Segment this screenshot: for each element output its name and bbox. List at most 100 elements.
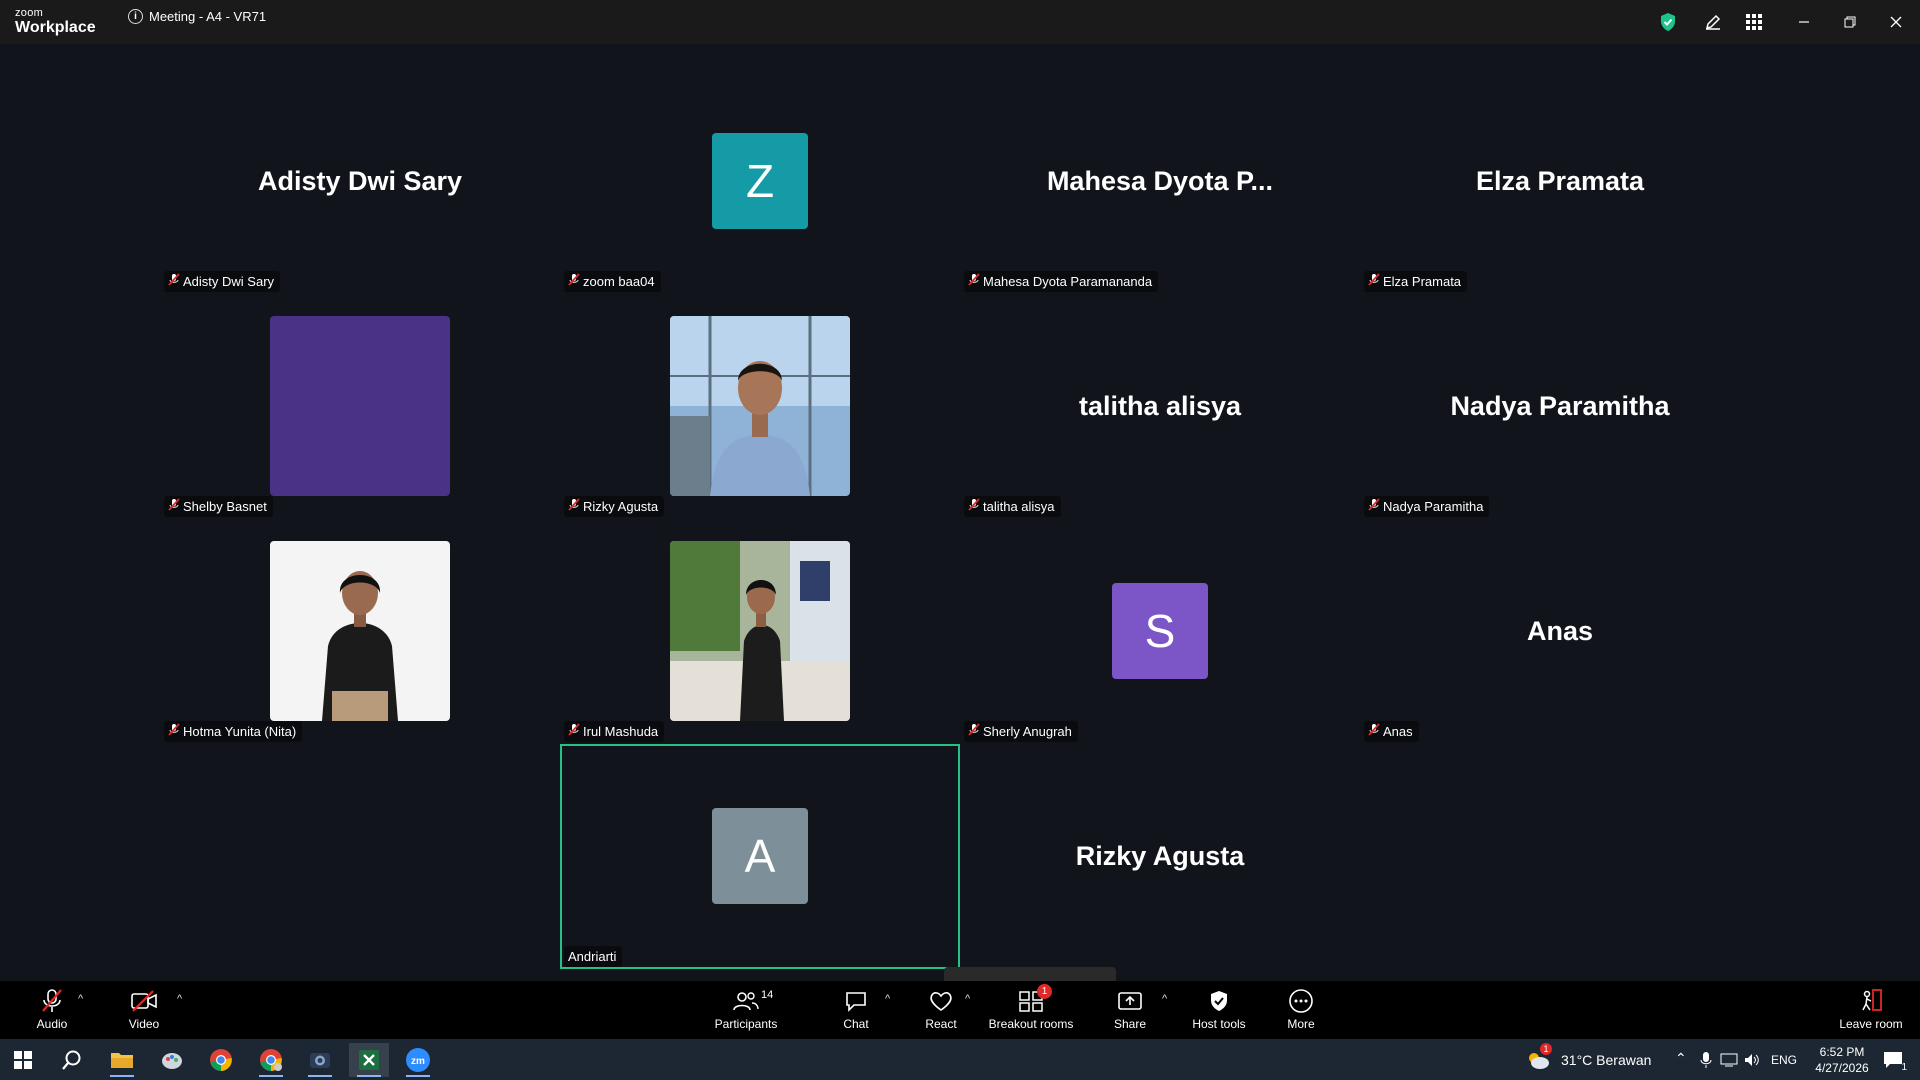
apps-grid-icon[interactable]	[1742, 10, 1766, 34]
close-icon[interactable]	[1884, 10, 1908, 34]
chat-options-caret-icon[interactable]: ^	[885, 993, 890, 1005]
share-label: Share	[1113, 1017, 1147, 1031]
participant-display-name: Adisty Dwi Sary	[257, 166, 463, 196]
logo-bottom: Workplace	[15, 19, 96, 36]
participant-display-name: Mahesa Dyota P...	[1046, 166, 1274, 196]
name-tag: zoom baa04	[564, 271, 661, 292]
file-explorer-icon[interactable]	[102, 1043, 142, 1077]
participant-display-name: Anas	[1526, 616, 1594, 646]
heart-icon	[929, 987, 953, 1015]
more-label: More	[1287, 1017, 1315, 1031]
participant-tile[interactable]: Anas Anas	[1360, 519, 1760, 744]
name-tag: Adisty Dwi Sary	[164, 271, 281, 292]
participant-tile[interactable]: Hotma Yunita (Nita)	[160, 519, 560, 744]
participants-button[interactable]: 14 Participants	[701, 987, 791, 1035]
more-dots-icon	[1288, 987, 1314, 1015]
participant-tile[interactable]: Mahesa Dyota P... Mahesa Dyota Paramanan…	[960, 69, 1360, 294]
name-tag-label: Andriarti	[568, 949, 617, 964]
participant-tile[interactable]: Z zoom baa04	[560, 69, 960, 294]
name-tag: Nadya Paramitha	[1364, 496, 1490, 517]
leave-room-button[interactable]: Leave room	[1826, 987, 1916, 1035]
microphone-tray-icon[interactable]	[1695, 1043, 1717, 1077]
active-speaker-tile[interactable]: A Andriarti	[560, 744, 960, 969]
participant-tile[interactable]: Rizky Agusta	[560, 294, 960, 519]
paint-app-icon[interactable]	[152, 1043, 192, 1077]
weather-cloud-icon[interactable]: 1	[1522, 1043, 1554, 1077]
video-label: Video	[128, 1017, 160, 1031]
security-shield-icon[interactable]	[1656, 10, 1680, 34]
host-tools-label: Host tools	[1192, 1017, 1246, 1031]
zoom-logo: zoom Workplace	[15, 8, 96, 36]
chat-label: Chat	[843, 1017, 869, 1031]
react-button[interactable]: React	[896, 987, 986, 1035]
annotate-pencil-icon[interactable]	[1701, 10, 1725, 34]
name-tag: Mahesa Dyota Paramananda	[964, 271, 1159, 292]
participants-icon: 14	[733, 987, 773, 1015]
clock-time[interactable]: 6:52 PM	[1812, 1045, 1872, 1059]
chrome-icon[interactable]	[201, 1043, 241, 1077]
active-indicator	[308, 1075, 332, 1077]
search-icon[interactable]	[52, 1043, 92, 1077]
name-tag: Shelby Basnet	[164, 496, 273, 517]
restore-icon[interactable]	[1838, 10, 1862, 34]
participant-video	[270, 316, 450, 496]
participant-display-name: Rizky Agusta	[1075, 841, 1245, 871]
windows-taskbar: zm 1 31°C Berawan ⌃ ENG 6:52 PM 4/27/202…	[0, 1039, 1920, 1080]
participant-tile[interactable]: Nadya Paramitha Nadya Paramitha	[1360, 294, 1760, 519]
name-tag: Sherly Anugrah	[964, 721, 1078, 742]
minimize-icon[interactable]	[1792, 10, 1816, 34]
excel-icon[interactable]	[349, 1043, 389, 1077]
participant-tile[interactable]: Shelby Basnet	[160, 294, 560, 519]
audio-button[interactable]: Audio	[7, 987, 97, 1035]
video-options-caret-icon[interactable]: ^	[177, 993, 182, 1005]
host-tools-button[interactable]: Host tools	[1174, 987, 1264, 1035]
react-options-caret-icon[interactable]: ^	[965, 993, 970, 1005]
video-off-icon	[130, 987, 158, 1015]
active-indicator	[357, 1075, 381, 1077]
video-button[interactable]: Video	[99, 987, 189, 1035]
name-tag-label: Adisty Dwi Sary	[183, 274, 275, 289]
name-tag-label: Nadya Paramitha	[1383, 499, 1484, 514]
participant-tile[interactable]: S Sherly Anugrah	[960, 519, 1360, 744]
tray-expand-chevron-icon[interactable]: ⌃	[1675, 1050, 1687, 1067]
camera-app-icon[interactable]	[300, 1043, 340, 1077]
participant-tile[interactable]: Adisty Dwi Sary Adisty Dwi Sary	[160, 69, 560, 294]
muted-mic-icon	[968, 723, 980, 740]
audio-options-caret-icon[interactable]: ^	[78, 993, 83, 1005]
name-tag: Andriarti	[564, 946, 623, 967]
more-button[interactable]: More	[1256, 987, 1346, 1035]
clock-date[interactable]: 4/27/2026	[1806, 1061, 1878, 1075]
share-options-caret-icon[interactable]: ^	[1162, 993, 1167, 1005]
participant-video	[670, 316, 850, 496]
notifications-icon[interactable]: 1	[1873, 1043, 1913, 1077]
logo-top: zoom	[15, 7, 44, 19]
breakout-rooms-button[interactable]: 1 Breakout rooms	[986, 984, 1076, 1035]
zoom-app-icon[interactable]: zm	[398, 1043, 438, 1077]
participant-tile[interactable]: Rizky Agusta	[960, 744, 1360, 969]
name-tag: Anas	[1364, 721, 1419, 742]
meeting-info[interactable]: i Meeting - A4 - VR71	[128, 9, 266, 24]
participant-avatar: S	[1112, 583, 1208, 679]
language-indicator[interactable]: ENG	[1771, 1053, 1797, 1067]
audio-label: Audio	[36, 1017, 68, 1031]
breakout-rooms-icon: 1	[1018, 984, 1052, 1015]
breakout-badge: 1	[1037, 984, 1052, 999]
chrome-profile-icon[interactable]	[251, 1043, 291, 1077]
muted-mic-icon	[568, 273, 580, 290]
participant-tile[interactable]: Elza Pramata Elza Pramata	[1360, 69, 1760, 294]
name-tag-label: Hotma Yunita (Nita)	[183, 724, 297, 739]
participant-tile[interactable]: talitha alisya talitha alisya	[960, 294, 1360, 519]
participant-tile[interactable]: Irul Mashuda	[560, 519, 960, 744]
participants-label: Participants	[714, 1017, 778, 1031]
windows-start-icon[interactable]	[3, 1043, 43, 1077]
muted-mic-icon	[1368, 273, 1380, 290]
participant-display-name: talitha alisya	[1078, 391, 1242, 421]
network-icon[interactable]	[1718, 1043, 1740, 1077]
name-tag: talitha alisya	[964, 496, 1061, 517]
weather-text[interactable]: 31°C Berawan	[1561, 1052, 1651, 1068]
volume-icon[interactable]	[1741, 1043, 1763, 1077]
breakout-label: Breakout rooms	[988, 1017, 1074, 1031]
host-shield-icon	[1208, 987, 1230, 1015]
info-icon[interactable]: i	[128, 9, 143, 24]
muted-mic-icon	[40, 987, 64, 1015]
